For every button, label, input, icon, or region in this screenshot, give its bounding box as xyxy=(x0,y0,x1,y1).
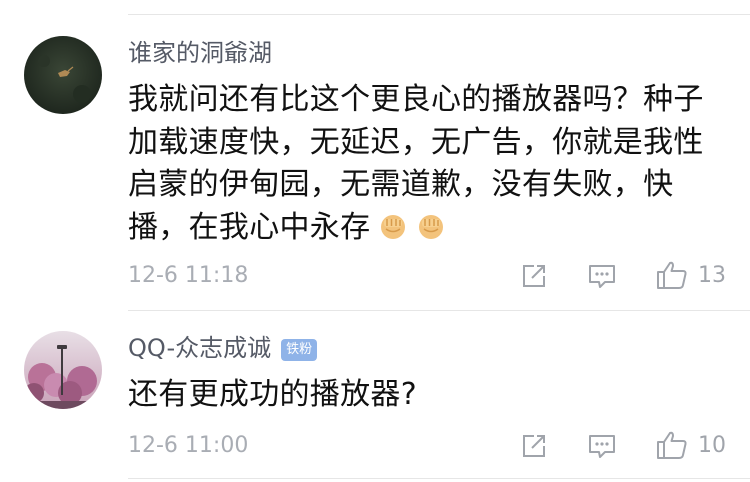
username-text[interactable]: QQ-众志成诚 xyxy=(128,334,271,362)
comment-icon xyxy=(589,435,615,458)
comment-text: 我就问还有比这个更良心的播放器吗？种子加载速度快，无延迟，无广告，你就是我性启蒙… xyxy=(128,79,728,249)
username-text[interactable]: 谁家的洞爺湖 xyxy=(128,39,272,67)
avatar-image xyxy=(24,331,102,409)
share-button[interactable] xyxy=(520,262,548,290)
like-count: 10 xyxy=(698,432,726,458)
thumbs-up-icon xyxy=(657,261,687,289)
comment-body: 还有更成功的播放器? xyxy=(128,377,417,412)
comment-timestamp: 12-6 11:18 xyxy=(128,263,249,288)
comment-icon xyxy=(589,265,615,288)
avatar-image xyxy=(24,36,102,114)
username[interactable]: 谁家的洞爺湖 xyxy=(128,38,272,68)
share-button[interactable] xyxy=(520,432,548,460)
thumbs-up-icon xyxy=(657,431,687,459)
comment-item: QQ-众志成诚 铁粉 还有更成功的播放器? 12-6 11:00 10 xyxy=(0,311,750,482)
comment-divider xyxy=(128,478,750,479)
fan-badge: 铁粉 xyxy=(281,339,318,361)
like-button[interactable]: 13 xyxy=(656,260,726,290)
avatar[interactable] xyxy=(24,36,102,114)
fist-emoji-icon xyxy=(378,211,408,241)
comment-item: 谁家的洞爺湖 我就问还有比这个更良心的播放器吗？种子加载速度快，无延迟，无广告，… xyxy=(0,0,750,310)
comment-button[interactable] xyxy=(587,262,617,290)
share-icon xyxy=(523,435,545,457)
like-button[interactable]: 10 xyxy=(656,430,726,460)
avatar[interactable] xyxy=(24,331,102,409)
comment-button[interactable] xyxy=(587,432,617,460)
username[interactable]: QQ-众志成诚 铁粉 xyxy=(128,333,318,363)
share-icon xyxy=(523,265,545,287)
fist-emoji-icon xyxy=(416,211,446,241)
like-count: 13 xyxy=(698,262,726,288)
comment-timestamp: 12-6 11:00 xyxy=(128,433,249,458)
comment-text: 还有更成功的播放器? xyxy=(128,374,728,417)
